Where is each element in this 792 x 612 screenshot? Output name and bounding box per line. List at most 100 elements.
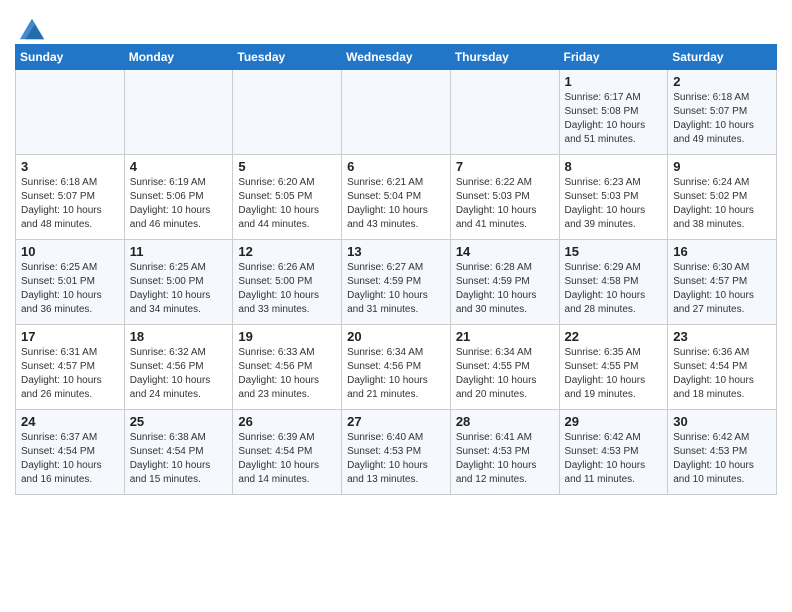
calendar-cell	[450, 70, 559, 155]
day-number: 26	[238, 414, 336, 429]
calendar-cell: 13 Sunrise: 6:27 AM Sunset: 4:59 PM Dayli…	[342, 240, 451, 325]
day-number: 16	[673, 244, 771, 259]
weekday-header-monday: Monday	[124, 45, 233, 70]
calendar-cell: 28Sunrise: 6:41 AM Sunset: 4:53 PM Dayli…	[450, 410, 559, 495]
day-info: Sunrise: 6:38 AM Sunset: 4:54 PM Dayligh…	[130, 431, 228, 487]
day-info: Sunrise: 6:41 AM Sunset: 4:53 PM Dayligh…	[456, 431, 554, 487]
day-number: 20	[347, 329, 445, 344]
day-info: Sunrise: 6:26 AM Sunset: 5:00 PM Dayligh…	[238, 261, 336, 317]
day-number: 1	[565, 74, 663, 89]
calendar-cell: 27 Sunrise: 6:40 AM Sunset: 4:53 PM Dayli…	[342, 410, 451, 495]
day-number: 24	[21, 414, 119, 429]
day-info: Sunrise: 6:31 AM Sunset: 4:57 PM Dayligh…	[21, 346, 119, 402]
weekday-header-thursday: Thursday	[450, 45, 559, 70]
calendar-cell: 16 Sunrise: 6:30 AM Sunset: 4:57 PM Dayli…	[668, 240, 777, 325]
day-number: 7	[456, 159, 554, 174]
calendar-cell: 2 Sunrise: 6:18 AM Sunset: 5:07 PM Daylig…	[668, 70, 777, 155]
day-info: Sunrise: 6:24 AM Sunset: 5:02 PM Dayligh…	[673, 176, 771, 232]
calendar-cell	[342, 70, 451, 155]
calendar-cell: 11Sunrise: 6:25 AM Sunset: 5:00 PM Dayli…	[124, 240, 233, 325]
calendar-cell	[233, 70, 342, 155]
weekday-header-sunday: Sunday	[16, 45, 125, 70]
weekday-header-tuesday: Tuesday	[233, 45, 342, 70]
day-number: 18	[130, 329, 228, 344]
day-number: 22	[565, 329, 663, 344]
calendar-cell: 12Sunrise: 6:26 AM Sunset: 5:00 PM Dayli…	[233, 240, 342, 325]
calendar-cell: 21 Sunrise: 6:34 AM Sunset: 4:55 PM Dayli…	[450, 325, 559, 410]
calendar-cell: 5 Sunrise: 6:20 AM Sunset: 5:05 PM Daylig…	[233, 155, 342, 240]
day-info: Sunrise: 6:17 AM Sunset: 5:08 PM Dayligh…	[565, 91, 663, 147]
weekday-header-saturday: Saturday	[668, 45, 777, 70]
day-info: Sunrise: 6:25 AM Sunset: 5:00 PM Dayligh…	[130, 261, 228, 317]
day-info: Sunrise: 6:33 AM Sunset: 4:56 PM Dayligh…	[238, 346, 336, 402]
page-container: SundayMondayTuesdayWednesdayThursdayFrid…	[0, 0, 792, 505]
calendar-week-row: 10 Sunrise: 6:25 AM Sunset: 5:01 PM Dayli…	[16, 240, 777, 325]
day-number: 9	[673, 159, 771, 174]
calendar-cell	[124, 70, 233, 155]
calendar-cell: 30 Sunrise: 6:42 AM Sunset: 4:53 PM Dayli…	[668, 410, 777, 495]
calendar-cell: 9 Sunrise: 6:24 AM Sunset: 5:02 PM Daylig…	[668, 155, 777, 240]
day-info: Sunrise: 6:18 AM Sunset: 5:07 PM Dayligh…	[673, 91, 771, 147]
day-info: Sunrise: 6:34 AM Sunset: 4:55 PM Dayligh…	[456, 346, 554, 402]
calendar-week-row: 3Sunrise: 6:18 AM Sunset: 5:07 PM Daylig…	[16, 155, 777, 240]
day-info: Sunrise: 6:27 AM Sunset: 4:59 PM Dayligh…	[347, 261, 445, 317]
day-info: Sunrise: 6:30 AM Sunset: 4:57 PM Dayligh…	[673, 261, 771, 317]
calendar-cell: 26 Sunrise: 6:39 AM Sunset: 4:54 PM Dayli…	[233, 410, 342, 495]
day-number: 2	[673, 74, 771, 89]
day-info: Sunrise: 6:19 AM Sunset: 5:06 PM Dayligh…	[130, 176, 228, 232]
calendar-cell: 14 Sunrise: 6:28 AM Sunset: 4:59 PM Dayli…	[450, 240, 559, 325]
calendar-cell: 15 Sunrise: 6:29 AM Sunset: 4:58 PM Dayli…	[559, 240, 668, 325]
day-info: Sunrise: 6:39 AM Sunset: 4:54 PM Dayligh…	[238, 431, 336, 487]
day-info: Sunrise: 6:37 AM Sunset: 4:54 PM Dayligh…	[21, 431, 119, 487]
day-info: Sunrise: 6:21 AM Sunset: 5:04 PM Dayligh…	[347, 176, 445, 232]
calendar-week-row: 1 Sunrise: 6:17 AM Sunset: 5:08 PM Daylig…	[16, 70, 777, 155]
day-info: Sunrise: 6:36 AM Sunset: 4:54 PM Dayligh…	[673, 346, 771, 402]
day-number: 4	[130, 159, 228, 174]
day-info: Sunrise: 6:42 AM Sunset: 4:53 PM Dayligh…	[673, 431, 771, 487]
day-number: 15	[565, 244, 663, 259]
weekday-header-wednesday: Wednesday	[342, 45, 451, 70]
calendar-cell: 22 Sunrise: 6:35 AM Sunset: 4:55 PM Dayli…	[559, 325, 668, 410]
day-number: 10	[21, 244, 119, 259]
day-info: Sunrise: 6:23 AM Sunset: 5:03 PM Dayligh…	[565, 176, 663, 232]
calendar-cell: 19 Sunrise: 6:33 AM Sunset: 4:56 PM Dayli…	[233, 325, 342, 410]
day-number: 5	[238, 159, 336, 174]
day-number: 30	[673, 414, 771, 429]
calendar-cell: 24 Sunrise: 6:37 AM Sunset: 4:54 PM Dayli…	[16, 410, 125, 495]
day-number: 13	[347, 244, 445, 259]
day-info: Sunrise: 6:20 AM Sunset: 5:05 PM Dayligh…	[238, 176, 336, 232]
logo-icon	[18, 14, 46, 42]
calendar-week-row: 17 Sunrise: 6:31 AM Sunset: 4:57 PM Dayli…	[16, 325, 777, 410]
day-number: 21	[456, 329, 554, 344]
day-info: Sunrise: 6:35 AM Sunset: 4:55 PM Dayligh…	[565, 346, 663, 402]
day-info: Sunrise: 6:28 AM Sunset: 4:59 PM Dayligh…	[456, 261, 554, 317]
calendar-cell: 7 Sunrise: 6:22 AM Sunset: 5:03 PM Daylig…	[450, 155, 559, 240]
day-info: Sunrise: 6:42 AM Sunset: 4:53 PM Dayligh…	[565, 431, 663, 487]
day-number: 29	[565, 414, 663, 429]
calendar-cell: 8 Sunrise: 6:23 AM Sunset: 5:03 PM Daylig…	[559, 155, 668, 240]
calendar-cell: 20 Sunrise: 6:34 AM Sunset: 4:56 PM Dayli…	[342, 325, 451, 410]
calendar-cell: 25 Sunrise: 6:38 AM Sunset: 4:54 PM Dayli…	[124, 410, 233, 495]
day-number: 27	[347, 414, 445, 429]
day-number: 23	[673, 329, 771, 344]
calendar-cell: 23 Sunrise: 6:36 AM Sunset: 4:54 PM Dayli…	[668, 325, 777, 410]
day-info: Sunrise: 6:22 AM Sunset: 5:03 PM Dayligh…	[456, 176, 554, 232]
day-info: Sunrise: 6:25 AM Sunset: 5:01 PM Dayligh…	[21, 261, 119, 317]
day-info: Sunrise: 6:29 AM Sunset: 4:58 PM Dayligh…	[565, 261, 663, 317]
calendar-cell: 4 Sunrise: 6:19 AM Sunset: 5:06 PM Daylig…	[124, 155, 233, 240]
day-number: 8	[565, 159, 663, 174]
logo-text	[15, 14, 46, 38]
calendar-cell: 3Sunrise: 6:18 AM Sunset: 5:07 PM Daylig…	[16, 155, 125, 240]
day-info: Sunrise: 6:34 AM Sunset: 4:56 PM Dayligh…	[347, 346, 445, 402]
day-number: 19	[238, 329, 336, 344]
calendar-cell: 10 Sunrise: 6:25 AM Sunset: 5:01 PM Dayli…	[16, 240, 125, 325]
day-number: 25	[130, 414, 228, 429]
calendar-cell: 17 Sunrise: 6:31 AM Sunset: 4:57 PM Dayli…	[16, 325, 125, 410]
day-info: Sunrise: 6:40 AM Sunset: 4:53 PM Dayligh…	[347, 431, 445, 487]
day-number: 14	[456, 244, 554, 259]
day-number: 17	[21, 329, 119, 344]
logo	[15, 14, 46, 38]
day-number: 6	[347, 159, 445, 174]
calendar-cell: 6 Sunrise: 6:21 AM Sunset: 5:04 PM Daylig…	[342, 155, 451, 240]
calendar-cell: 29 Sunrise: 6:42 AM Sunset: 4:53 PM Dayli…	[559, 410, 668, 495]
